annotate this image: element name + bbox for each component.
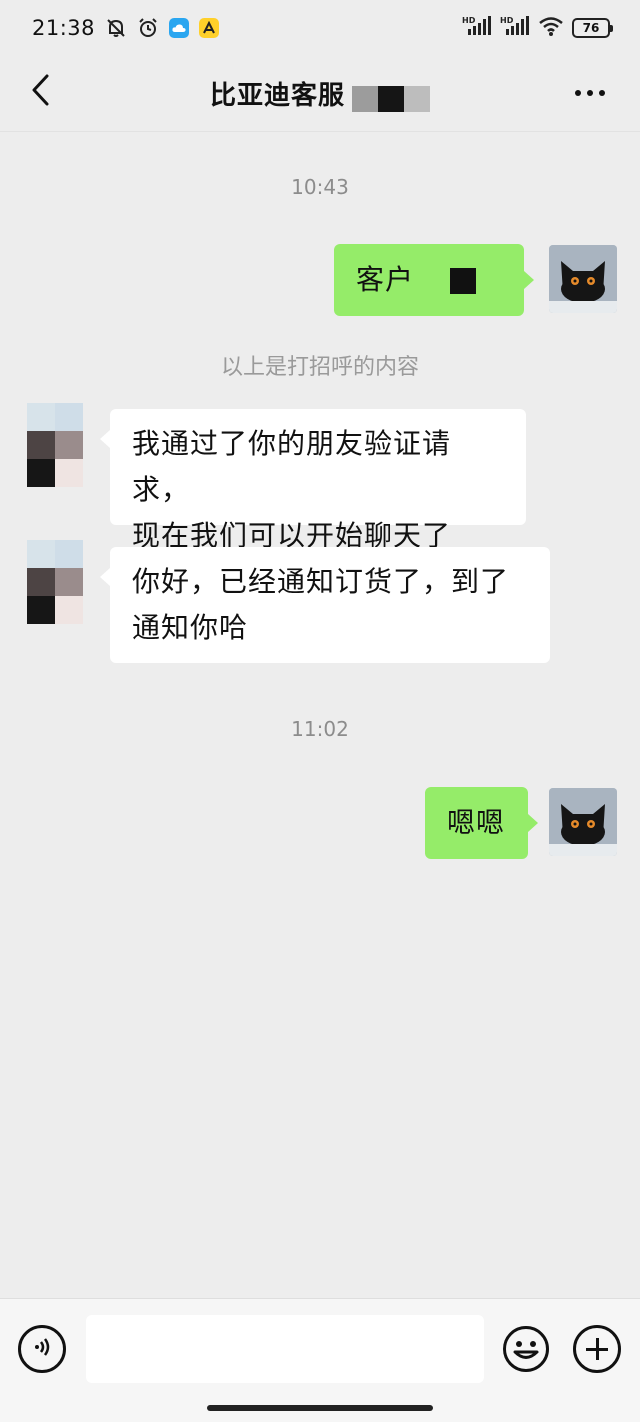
voice-button[interactable] [18,1325,66,1373]
alarm-icon [137,17,159,39]
hd-signal-2-icon: HD [500,15,530,41]
more-button[interactable] [570,78,610,108]
more-dots-icon [575,90,605,96]
cloud-app-icon [169,18,190,38]
outgoing-message[interactable]: 嗯嗯 [425,787,528,859]
timestamp: 10:43 [291,175,349,199]
nav-bar: 比亚迪客服 [0,56,640,132]
mute-bell-icon [105,17,127,39]
message-text: 嗯嗯 [447,806,506,839]
emoji-icon [502,1326,550,1377]
home-indicator[interactable] [207,1405,433,1411]
bubble-tail [100,430,110,448]
voice-icon [30,1335,54,1363]
timestamp: 11:02 [291,717,349,741]
incoming-message[interactable]: 我通过了你的朋友验证请求， 现在我们可以开始聊天了 [110,409,526,552]
status-bar: 21:38 HD HD 76 [0,0,640,56]
yellow-app-icon [199,18,220,38]
message-line: 你好，已经通知订货了，到了 [132,565,510,598]
text-redaction [449,268,476,294]
title-redaction [352,86,431,113]
bubble-tail [528,814,538,832]
chat-area[interactable]: 10:43 客户 以上是打招呼的内容 我通过了你的朋友验证请求， 现在我们可以开… [0,133,640,1298]
incoming-message[interactable]: 你好，已经通知订货了，到了 通知你哈 [110,547,550,663]
emoji-button[interactable] [502,1325,550,1373]
status-right: HD HD 76 [462,15,613,41]
status-time: 21:38 [32,16,96,40]
svg-text:HD: HD [462,16,476,25]
plus-button[interactable] [573,1325,621,1373]
wifi-icon [538,15,564,41]
contact-avatar[interactable] [27,403,83,487]
hd-signal-1-icon: HD [462,15,492,41]
message-text: 客户 [356,263,415,296]
svg-text:HD: HD [500,16,514,25]
input-bar [0,1298,640,1422]
battery-indicator: 76 [572,18,613,38]
outgoing-message[interactable]: 客户 [334,244,524,316]
chat-title-wrap: 比亚迪客服 [209,75,431,113]
chat-title: 比亚迪客服 [209,80,345,111]
message-input[interactable] [86,1315,484,1383]
chevron-left-icon [29,73,51,111]
bubble-tail [524,271,534,289]
system-message: 以上是打招呼的内容 [220,355,419,380]
my-avatar[interactable] [549,788,617,856]
message-line: 通知你哈 [132,611,249,644]
back-button[interactable] [20,70,60,114]
message-line: 我通过了你的朋友验证请求， [132,427,452,506]
bubble-tail [100,568,110,586]
contact-avatar[interactable] [27,540,83,624]
my-avatar[interactable] [549,245,617,313]
status-left: 21:38 [32,16,220,40]
